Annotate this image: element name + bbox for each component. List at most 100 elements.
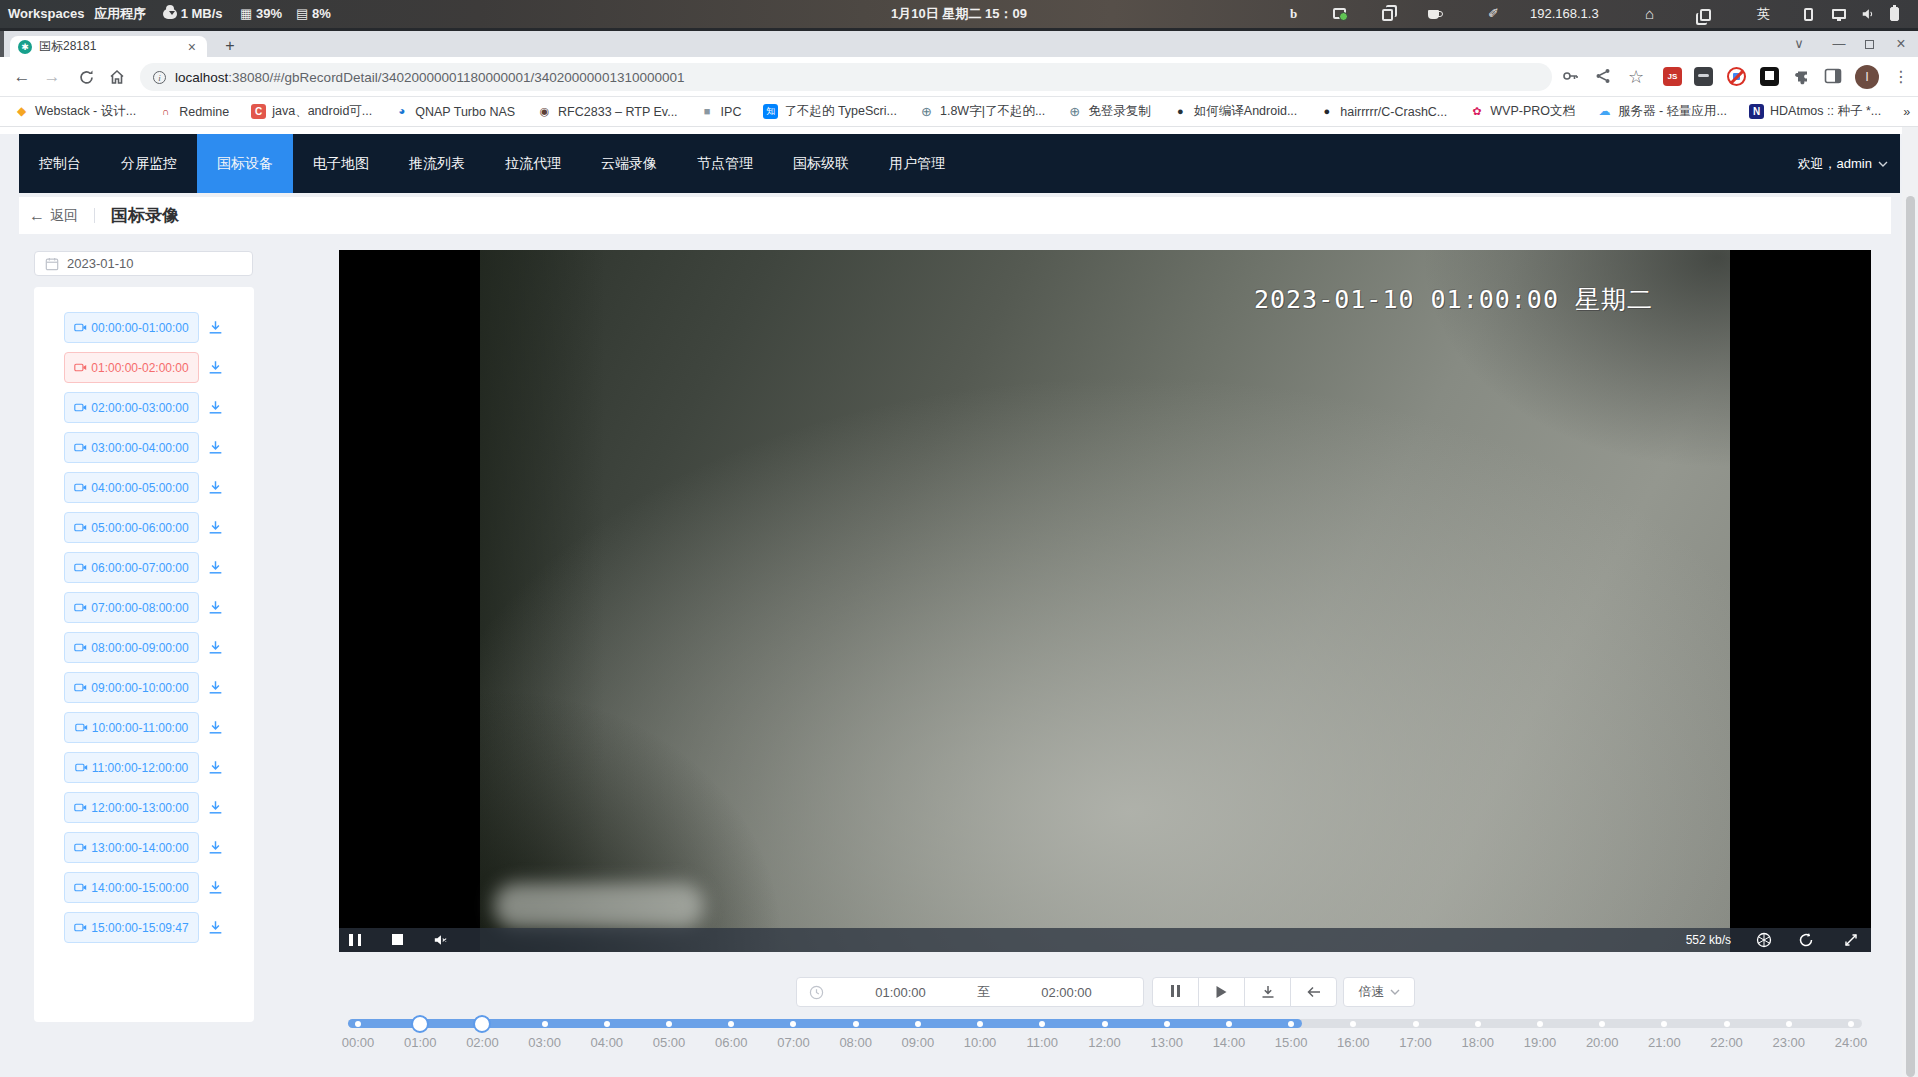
bookmark-item[interactable]: C java、android可... — [251, 103, 372, 120]
extension-dark-icon[interactable] — [1760, 67, 1779, 86]
segment-button[interactable]: 14:00:00-15:00:00 — [64, 872, 199, 903]
video-player[interactable]: 2023-01-10 01:00:00 星期二 552 kb/s — [339, 250, 1871, 952]
window-close-button[interactable]: × — [1888, 31, 1914, 57]
extension-blocker-icon[interactable] — [1727, 67, 1746, 86]
download-icon[interactable] — [207, 599, 224, 616]
clipboard-tray-icon[interactable] — [1382, 9, 1393, 21]
speed-dropdown[interactable]: 倍速 — [1343, 977, 1415, 1007]
download-icon[interactable] — [207, 879, 224, 896]
layers-tray-icon[interactable] — [1700, 9, 1711, 21]
segment-button[interactable]: 07:00:00-08:00:00 — [64, 592, 199, 623]
coffee-tray-icon[interactable] — [1428, 10, 1439, 19]
bookmark-item[interactable]: ■ IPC — [700, 104, 742, 119]
start-time-value[interactable]: 01:00:00 — [824, 985, 977, 1000]
download-icon[interactable] — [207, 479, 224, 496]
pause-icon[interactable] — [349, 934, 361, 946]
download-icon[interactable] — [207, 919, 224, 936]
segment-button[interactable]: 08:00:00-09:00:00 — [64, 632, 199, 663]
volume-tray-icon[interactable] — [1861, 7, 1875, 21]
segment-button[interactable]: 15:00:00-15:09:47 — [64, 912, 199, 943]
timeline-handle-end[interactable] — [473, 1015, 491, 1033]
download-icon[interactable] — [207, 839, 224, 856]
download-icon[interactable] — [207, 759, 224, 776]
tab-close-icon[interactable]: × — [185, 39, 199, 55]
home-button[interactable] — [105, 65, 129, 89]
download-icon[interactable] — [207, 519, 224, 536]
bookmark-item[interactable]: ⊕ 1.8W字|了不起的... — [919, 103, 1045, 120]
segment-button[interactable]: 04:00:00-05:00:00 — [64, 472, 199, 503]
forward-button[interactable]: → — [40, 65, 64, 89]
play-button[interactable] — [1198, 977, 1245, 1007]
page-scrollbar[interactable] — [1902, 127, 1918, 1077]
reload-button[interactable] — [74, 65, 98, 89]
bookmark-item[interactable]: » — [1903, 105, 1910, 119]
stop-icon[interactable] — [392, 934, 403, 945]
sidebar-toggle-icon[interactable] — [1823, 66, 1845, 88]
back-link[interactable]: ←返回 — [29, 207, 78, 225]
segment-button[interactable]: 09:00:00-10:00:00 — [64, 672, 199, 703]
extension-ninja-icon[interactable] — [1694, 67, 1713, 86]
segment-button[interactable]: 13:00:00-14:00:00 — [64, 832, 199, 863]
nav-item[interactable]: 拉流代理 — [485, 134, 581, 193]
download-icon[interactable] — [207, 439, 224, 456]
address-bar[interactable]: i localhost:38080/#/gbRecordDetail/34020… — [140, 63, 1552, 91]
nav-item[interactable]: 电子地图 — [293, 134, 389, 193]
date-picker-input[interactable]: 2023-01-10 — [34, 251, 253, 276]
share-icon[interactable] — [1593, 66, 1615, 88]
bookmark-item[interactable]: ● 如何编译Android... — [1173, 103, 1298, 120]
download-icon[interactable] — [207, 719, 224, 736]
extensions-puzzle-icon[interactable] — [1793, 67, 1812, 86]
segment-button[interactable]: 05:00:00-06:00:00 — [64, 512, 199, 543]
monitor-tray-icon[interactable] — [1832, 9, 1846, 19]
nav-item[interactable]: 推流列表 — [389, 134, 485, 193]
pause-button[interactable] — [1152, 977, 1199, 1007]
refresh-icon[interactable] — [1798, 932, 1814, 948]
phone-tray-icon[interactable] — [1804, 8, 1813, 21]
window-restore-button[interactable] — [1856, 31, 1882, 57]
nav-item[interactable]: 国标设备 — [197, 134, 293, 193]
bookmark-item[interactable]: 知 了不起的 TypeScri... — [763, 103, 897, 120]
profile-avatar[interactable]: I — [1855, 65, 1879, 89]
bookmark-item[interactable]: ∩ Redmine — [158, 104, 229, 119]
window-minimize-button[interactable]: — — [1826, 31, 1852, 57]
nav-item[interactable]: 节点管理 — [677, 134, 773, 193]
segment-button[interactable]: 11:00:00-12:00:00 — [64, 752, 199, 783]
download-icon[interactable] — [207, 639, 224, 656]
scrollbar-thumb[interactable] — [1906, 196, 1915, 1077]
download-icon[interactable] — [207, 359, 224, 376]
bookmark-item[interactable]: ✿ WVP-PRO文档 — [1469, 103, 1575, 120]
download-button[interactable] — [1244, 977, 1291, 1007]
browser-tab[interactable]: ✱ 国标28181 × — [10, 36, 207, 57]
back-button[interactable]: ← — [10, 65, 34, 89]
snapshot-icon[interactable] — [1756, 932, 1772, 948]
bookmark-item[interactable]: ☁ 服务器 - 轻量应用... — [1597, 103, 1727, 120]
bookmark-item[interactable]: ◆ Webstack - 设计... — [14, 103, 136, 120]
browser-menu-icon[interactable]: ⋮ — [1890, 66, 1912, 88]
segment-button[interactable]: 10:00:00-11:00:00 — [64, 712, 199, 743]
clock[interactable]: 1月10日 星期二 15：09 — [891, 0, 1027, 28]
nav-item[interactable]: 国标级联 — [773, 134, 869, 193]
nav-item[interactable]: 分屏监控 — [101, 134, 197, 193]
password-key-icon[interactable] — [1560, 66, 1582, 88]
applications-menu[interactable]: 应用程序 — [94, 0, 146, 28]
nav-item[interactable]: 控制台 — [19, 134, 101, 193]
home-tray-icon[interactable]: ⌂ — [1645, 0, 1654, 28]
download-icon[interactable] — [207, 799, 224, 816]
bookmark-star-icon[interactable]: ☆ — [1625, 66, 1647, 88]
download-icon[interactable] — [207, 679, 224, 696]
bookmark-item[interactable]: N HDAtmos :: 种子 *... — [1749, 103, 1881, 120]
color-picker-tray-icon[interactable]: ✐ — [1488, 0, 1499, 28]
segment-button[interactable]: 12:00:00-13:00:00 — [64, 792, 199, 823]
segment-button[interactable]: 01:00:00-02:00:00 — [64, 352, 199, 383]
download-icon[interactable] — [207, 559, 224, 576]
end-time-value[interactable]: 02:00:00 — [990, 985, 1143, 1000]
timeline-handle-start[interactable] — [411, 1015, 429, 1033]
bookmark-item[interactable]: ● hairrrrr/C-CrashC... — [1319, 104, 1447, 119]
nav-item[interactable]: 用户管理 — [869, 134, 965, 193]
segment-button[interactable]: 02:00:00-03:00:00 — [64, 392, 199, 423]
bing-tray-icon[interactable]: b — [1290, 0, 1297, 28]
workspaces-button[interactable]: Workspaces — [8, 0, 84, 28]
ip-address[interactable]: 192.168.1.3 — [1530, 0, 1599, 28]
seek-back-button[interactable] — [1290, 977, 1337, 1007]
segment-button[interactable]: 03:00:00-04:00:00 — [64, 432, 199, 463]
